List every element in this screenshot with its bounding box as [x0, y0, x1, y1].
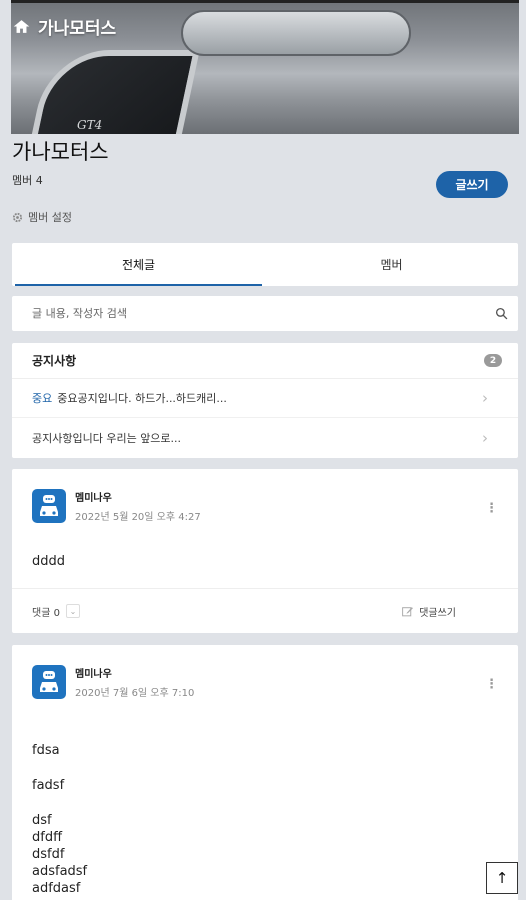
post-body-line: dsf [32, 813, 52, 828]
tab-members[interactable]: 멤버 [265, 243, 518, 286]
home-icon[interactable] [13, 19, 30, 34]
avatar[interactable] [32, 489, 66, 523]
scroll-top-button[interactable]: ↑ [486, 862, 518, 894]
write-comment-button[interactable]: 댓글쓰기 [401, 604, 456, 619]
notice-tag: 중요 [32, 392, 53, 405]
arrow-up-icon: ↑ [495, 869, 509, 887]
edit-icon [402, 606, 414, 616]
header-title[interactable]: 가나모터스 [13, 14, 116, 39]
member-count: 멤버 4 [12, 174, 43, 187]
post-body: fdsa fadsf dsf dfdff dsfdf adsfadsf adfd… [32, 743, 87, 898]
post-body-line: adsfadsf [32, 864, 88, 879]
post-date: 2020년 7월 6일 오후 7:10 [75, 688, 195, 699]
notices-title: 공지사항 [32, 354, 77, 368]
kebab-menu-icon[interactable]: ⋮ [485, 677, 498, 692]
post-body: dddd [32, 554, 66, 569]
search-bar [12, 296, 518, 331]
post-body-line: dfdff [32, 830, 63, 845]
write-post-button[interactable]: 글쓰기 [436, 171, 508, 198]
post-author[interactable]: 멤미나우 [75, 489, 201, 504]
notice-item[interactable]: 공지사항입니다 우리는 앞으로... › [12, 418, 518, 457]
gear-icon [12, 212, 23, 222]
post-date: 2022년 5월 20일 오후 4:27 [75, 512, 201, 523]
notices-header[interactable]: 공지사항 2 [12, 343, 518, 379]
car-side-vent [24, 50, 200, 134]
chevron-right-icon: › [482, 428, 488, 447]
search-icon[interactable] [495, 307, 508, 320]
notices-panel: 공지사항 2 중요 중요공지입니다. 하드가...하드캐리... › 공지사항입니… [12, 343, 518, 458]
comments-count: 댓글 0 [32, 607, 60, 619]
club-name: 가나모터스 [12, 140, 109, 164]
notice-text: 중요공지입니다. 하드가...하드캐리... [57, 392, 227, 405]
top-divider [11, 0, 519, 3]
car-chat-icon [40, 495, 58, 516]
post-card: 멤미나우 2020년 7월 6일 오후 7:10 ⋮ fdsa fadsf ds… [12, 645, 518, 900]
header-title-text: 가나모터스 [38, 19, 117, 39]
member-settings-label: 멤버 설정 [28, 211, 72, 224]
chevron-right-icon: › [482, 389, 488, 407]
post-body-line: adfdasf [32, 881, 81, 896]
member-settings-link[interactable]: 멤버 설정 [12, 209, 72, 225]
tab-bar: 전체글 멤버 [12, 243, 518, 286]
car-chat-icon [40, 671, 58, 692]
kebab-menu-icon[interactable]: ⋮ [485, 501, 498, 516]
post-header: 멤미나우 2022년 5월 20일 오후 4:27 [32, 489, 201, 523]
car-badge: GT4 [77, 118, 103, 132]
notice-item[interactable]: 중요 중요공지입니다. 하드가...하드캐리... › [12, 379, 518, 418]
post-body-line: fadsf [32, 778, 65, 793]
tab-all-posts[interactable]: 전체글 [12, 243, 265, 286]
post-card: 멤미나우 2022년 5월 20일 오후 4:27 ⋮ dddd 댓글 0 ⌄ … [12, 469, 518, 633]
avatar[interactable] [32, 665, 66, 699]
car-door-handle [181, 10, 411, 56]
write-comment-label: 댓글쓰기 [419, 607, 456, 619]
post-header: 멤미나우 2020년 7월 6일 오후 7:10 [32, 665, 194, 699]
notice-text: 공지사항입니다 우리는 앞으로... [32, 431, 182, 445]
post-footer: 댓글 0 ⌄ 댓글쓰기 [12, 588, 518, 633]
chevron-down-icon: ⌄ [65, 604, 80, 618]
notices-count-badge: 2 [484, 354, 502, 367]
post-body-line: fdsa [32, 743, 60, 758]
post-author[interactable]: 멤미나우 [75, 665, 194, 680]
search-input[interactable] [32, 307, 495, 320]
post-body-line: dsfdf [32, 847, 65, 862]
comments-toggle[interactable]: 댓글 0 ⌄ [32, 604, 80, 619]
